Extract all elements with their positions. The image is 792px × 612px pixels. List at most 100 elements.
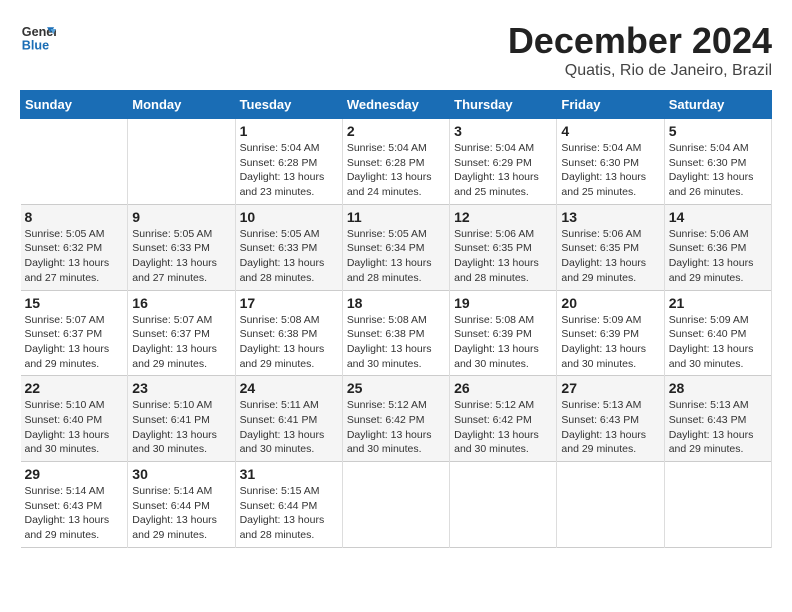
- day-number: 2: [347, 123, 445, 139]
- day-info: Sunrise: 5:10 AMSunset: 6:40 PMDaylight:…: [25, 398, 124, 457]
- calendar-day-cell: 24 Sunrise: 5:11 AMSunset: 6:41 PMDayligh…: [235, 376, 342, 462]
- day-info: Sunrise: 5:08 AMSunset: 6:39 PMDaylight:…: [454, 313, 552, 372]
- svg-text:Blue: Blue: [22, 39, 49, 53]
- calendar-day-cell: [128, 119, 235, 205]
- calendar-day-cell: 30 Sunrise: 5:14 AMSunset: 6:44 PMDayligh…: [128, 462, 235, 548]
- day-number: 25: [347, 380, 445, 396]
- day-number: 12: [454, 209, 552, 225]
- calendar-body: 1 Sunrise: 5:04 AMSunset: 6:28 PMDaylight…: [21, 119, 772, 548]
- calendar-week-row: 8Sunrise: 5:05 AMSunset: 6:32 PMDaylight…: [21, 204, 772, 290]
- weekday-header: Tuesday: [235, 91, 342, 119]
- day-info: Sunrise: 5:12 AMSunset: 6:42 PMDaylight:…: [454, 398, 552, 457]
- day-number: 8: [25, 209, 124, 225]
- day-info: Sunrise: 5:14 AMSunset: 6:43 PMDaylight:…: [25, 484, 124, 543]
- day-info: Sunrise: 5:09 AMSunset: 6:40 PMDaylight:…: [669, 313, 767, 372]
- day-number: 11: [347, 209, 445, 225]
- day-number: 21: [669, 295, 767, 311]
- day-info: Sunrise: 5:04 AMSunset: 6:28 PMDaylight:…: [240, 141, 338, 200]
- calendar-day-cell: 1 Sunrise: 5:04 AMSunset: 6:28 PMDaylight…: [235, 119, 342, 205]
- day-number: 29: [25, 466, 124, 482]
- day-info: Sunrise: 5:09 AMSunset: 6:39 PMDaylight:…: [561, 313, 659, 372]
- calendar-day-cell: 28 Sunrise: 5:13 AMSunset: 6:43 PMDayligh…: [664, 376, 771, 462]
- day-number: 1: [240, 123, 338, 139]
- day-info: Sunrise: 5:06 AMSunset: 6:35 PMDaylight:…: [561, 227, 659, 286]
- day-info: Sunrise: 5:07 AMSunset: 6:37 PMDaylight:…: [25, 313, 124, 372]
- day-info: Sunrise: 5:04 AMSunset: 6:30 PMDaylight:…: [669, 141, 767, 200]
- calendar-day-cell: 12 Sunrise: 5:06 AMSunset: 6:35 PMDayligh…: [450, 204, 557, 290]
- day-info: Sunrise: 5:08 AMSunset: 6:38 PMDaylight:…: [347, 313, 445, 372]
- day-number: 26: [454, 380, 552, 396]
- day-info: Sunrise: 5:06 AMSunset: 6:36 PMDaylight:…: [669, 227, 767, 286]
- calendar-week-row: 15Sunrise: 5:07 AMSunset: 6:37 PMDayligh…: [21, 290, 772, 376]
- calendar-day-cell: 14 Sunrise: 5:06 AMSunset: 6:36 PMDayligh…: [664, 204, 771, 290]
- calendar-day-cell: 18 Sunrise: 5:08 AMSunset: 6:38 PMDayligh…: [342, 290, 449, 376]
- day-info: Sunrise: 5:13 AMSunset: 6:43 PMDaylight:…: [561, 398, 659, 457]
- calendar-day-cell: 21 Sunrise: 5:09 AMSunset: 6:40 PMDayligh…: [664, 290, 771, 376]
- logo-icon: General Blue: [20, 20, 56, 56]
- calendar-day-cell: [21, 119, 128, 205]
- weekday-header: Wednesday: [342, 91, 449, 119]
- day-info: Sunrise: 5:04 AMSunset: 6:30 PMDaylight:…: [561, 141, 659, 200]
- day-info: Sunrise: 5:05 AMSunset: 6:33 PMDaylight:…: [240, 227, 338, 286]
- calendar-day-cell: 3Sunrise: 5:04 AMSunset: 6:29 PMDaylight…: [450, 119, 557, 205]
- calendar-table: SundayMondayTuesdayWednesdayThursdayFrid…: [20, 90, 772, 548]
- day-info: Sunrise: 5:04 AMSunset: 6:28 PMDaylight:…: [347, 141, 445, 200]
- calendar-day-cell: 26 Sunrise: 5:12 AMSunset: 6:42 PMDayligh…: [450, 376, 557, 462]
- day-number: 14: [669, 209, 767, 225]
- day-info: Sunrise: 5:07 AMSunset: 6:37 PMDaylight:…: [132, 313, 230, 372]
- calendar-day-cell: 27 Sunrise: 5:13 AMSunset: 6:43 PMDayligh…: [557, 376, 664, 462]
- location: Quatis, Rio de Janeiro, Brazil: [508, 62, 772, 80]
- day-info: Sunrise: 5:15 AMSunset: 6:44 PMDaylight:…: [240, 484, 338, 543]
- calendar-day-cell: [450, 462, 557, 548]
- day-number: 10: [240, 209, 338, 225]
- day-number: 18: [347, 295, 445, 311]
- calendar-day-cell: 8Sunrise: 5:05 AMSunset: 6:32 PMDaylight…: [21, 204, 128, 290]
- day-number: 5: [669, 123, 767, 139]
- day-number: 13: [561, 209, 659, 225]
- logo: General Blue: [20, 20, 56, 56]
- calendar-day-cell: [557, 462, 664, 548]
- day-number: 24: [240, 380, 338, 396]
- calendar-day-cell: 17 Sunrise: 5:08 AMSunset: 6:38 PMDayligh…: [235, 290, 342, 376]
- calendar-day-cell: [664, 462, 771, 548]
- day-number: 3: [454, 123, 552, 139]
- weekday-header: Monday: [128, 91, 235, 119]
- calendar-day-cell: 9 Sunrise: 5:05 AMSunset: 6:33 PMDaylight…: [128, 204, 235, 290]
- calendar-day-cell: 16Sunrise: 5:07 AMSunset: 6:37 PMDayligh…: [128, 290, 235, 376]
- calendar-day-cell: 11 Sunrise: 5:05 AMSunset: 6:34 PMDayligh…: [342, 204, 449, 290]
- day-number: 20: [561, 295, 659, 311]
- calendar-day-cell: 31 Sunrise: 5:15 AMSunset: 6:44 PMDayligh…: [235, 462, 342, 548]
- weekday-header: Sunday: [21, 91, 128, 119]
- calendar-day-cell: 25 Sunrise: 5:12 AMSunset: 6:42 PMDayligh…: [342, 376, 449, 462]
- day-info: Sunrise: 5:05 AMSunset: 6:33 PMDaylight:…: [132, 227, 230, 286]
- calendar-day-cell: 23Sunrise: 5:10 AMSunset: 6:41 PMDayligh…: [128, 376, 235, 462]
- calendar-day-cell: 15Sunrise: 5:07 AMSunset: 6:37 PMDayligh…: [21, 290, 128, 376]
- calendar-header-row: SundayMondayTuesdayWednesdayThursdayFrid…: [21, 91, 772, 119]
- day-info: Sunrise: 5:13 AMSunset: 6:43 PMDaylight:…: [669, 398, 767, 457]
- page-header: General Blue December 2024 Quatis, Rio d…: [20, 20, 772, 80]
- day-number: 4: [561, 123, 659, 139]
- day-number: 27: [561, 380, 659, 396]
- day-number: 9: [132, 209, 230, 225]
- day-info: Sunrise: 5:14 AMSunset: 6:44 PMDaylight:…: [132, 484, 230, 543]
- day-number: 31: [240, 466, 338, 482]
- day-info: Sunrise: 5:05 AMSunset: 6:34 PMDaylight:…: [347, 227, 445, 286]
- day-info: Sunrise: 5:11 AMSunset: 6:41 PMDaylight:…: [240, 398, 338, 457]
- month-title: December 2024: [508, 20, 772, 62]
- day-info: Sunrise: 5:08 AMSunset: 6:38 PMDaylight:…: [240, 313, 338, 372]
- day-number: 30: [132, 466, 230, 482]
- day-number: 17: [240, 295, 338, 311]
- day-number: 22: [25, 380, 124, 396]
- day-number: 23: [132, 380, 230, 396]
- weekday-header: Saturday: [664, 91, 771, 119]
- calendar-day-cell: 20 Sunrise: 5:09 AMSunset: 6:39 PMDayligh…: [557, 290, 664, 376]
- day-number: 28: [669, 380, 767, 396]
- day-info: Sunrise: 5:12 AMSunset: 6:42 PMDaylight:…: [347, 398, 445, 457]
- day-info: Sunrise: 5:06 AMSunset: 6:35 PMDaylight:…: [454, 227, 552, 286]
- calendar-day-cell: 10 Sunrise: 5:05 AMSunset: 6:33 PMDayligh…: [235, 204, 342, 290]
- calendar-day-cell: 19Sunrise: 5:08 AMSunset: 6:39 PMDayligh…: [450, 290, 557, 376]
- calendar-day-cell: 4 Sunrise: 5:04 AMSunset: 6:30 PMDaylight…: [557, 119, 664, 205]
- calendar-week-row: 1 Sunrise: 5:04 AMSunset: 6:28 PMDaylight…: [21, 119, 772, 205]
- weekday-header: Thursday: [450, 91, 557, 119]
- calendar-day-cell: 29 Sunrise: 5:14 AMSunset: 6:43 PMDayligh…: [21, 462, 128, 548]
